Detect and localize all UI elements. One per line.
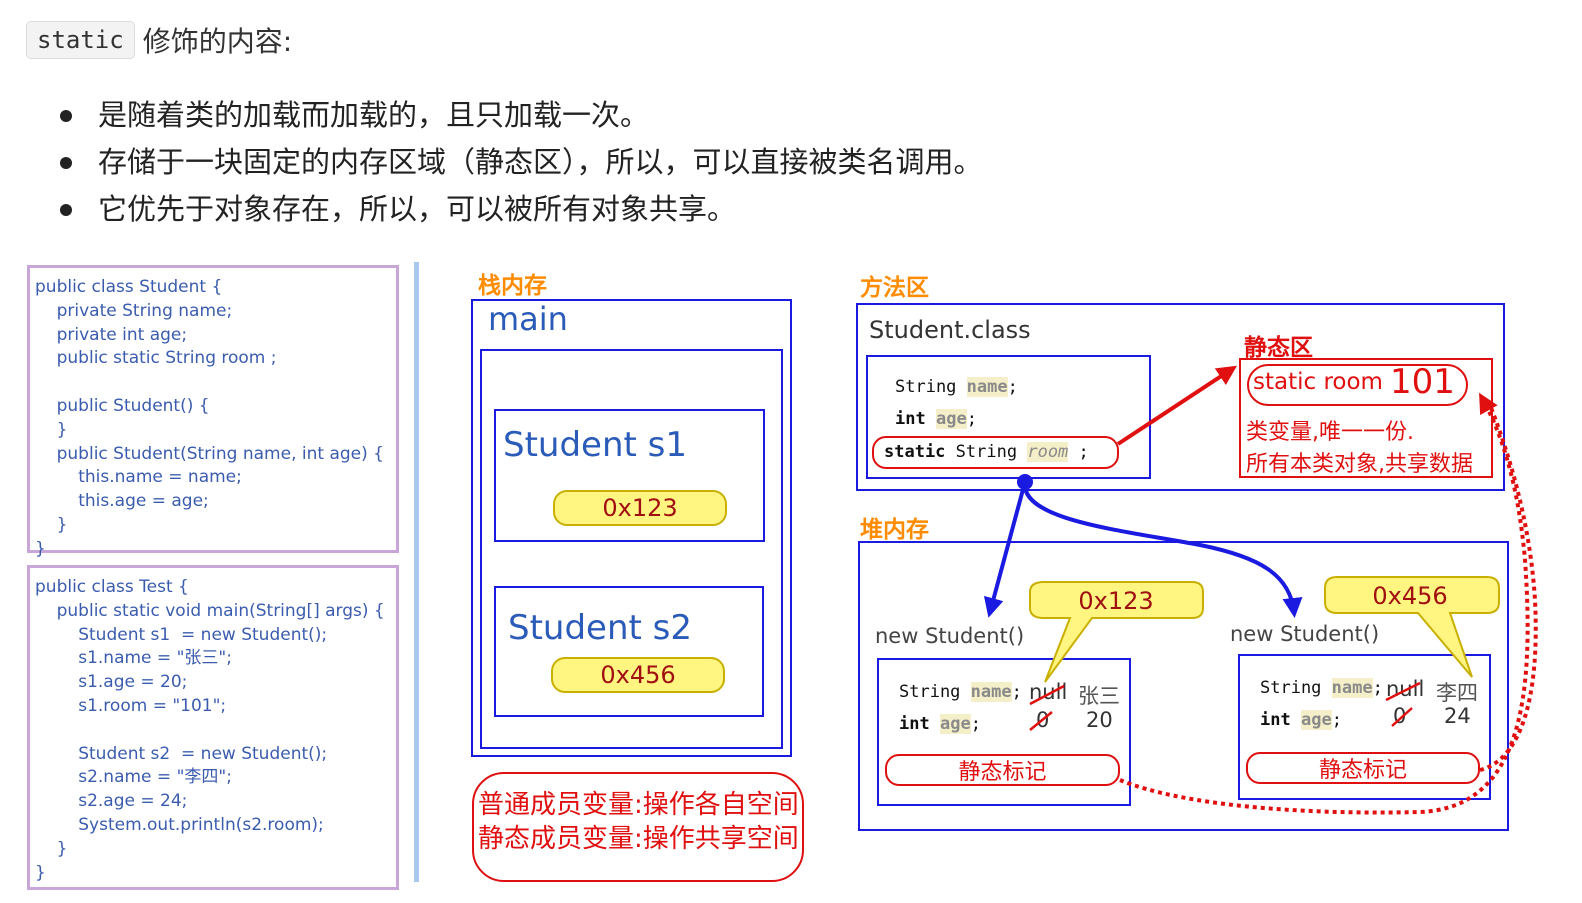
diagram-overlay: 0x123 0x456 (983, 365, 1538, 815)
obj2-address-text: 0x456 (1372, 582, 1447, 610)
obj2-address-callout: 0x456 (1324, 576, 1500, 678)
obj1-address-callout: 0x123 (1029, 581, 1204, 683)
obj2-name-strike (1385, 681, 1421, 702)
obj2-age-strike (1391, 707, 1413, 727)
class-to-obj1-arrow (983, 481, 1027, 618)
obj1-name-strike (1029, 684, 1065, 706)
static-field-arrow (1116, 365, 1238, 446)
obj1-address-text: 0x123 (1078, 587, 1153, 615)
obj1-age-strike (1029, 711, 1053, 731)
